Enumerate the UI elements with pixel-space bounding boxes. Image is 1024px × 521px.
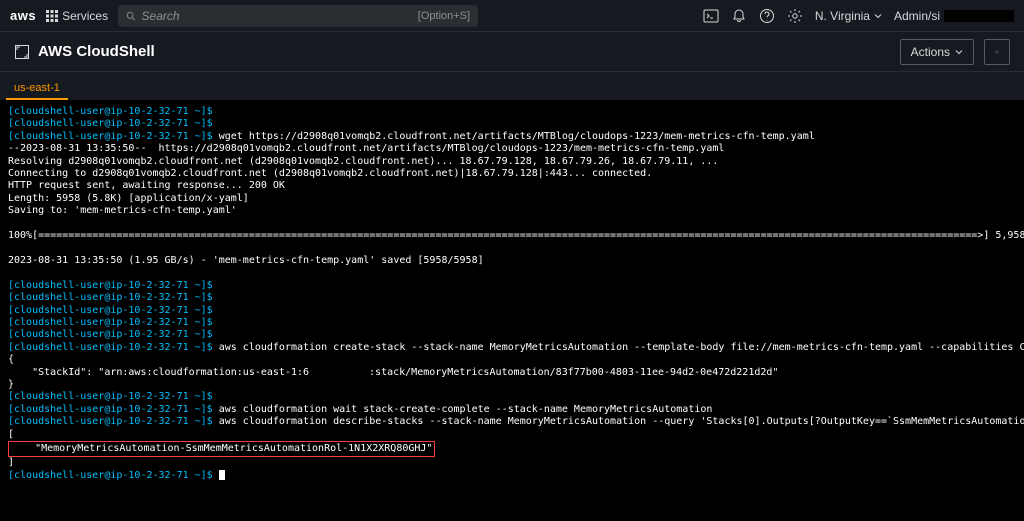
page-title-text: AWS CloudShell xyxy=(38,43,155,60)
out-line: Saving to: 'mem-metrics-cfn-temp.yaml' xyxy=(8,205,237,216)
account-redacted xyxy=(944,10,1014,22)
out-line: "StackId": "arn:aws:cloudformation:us-ea… xyxy=(8,367,309,378)
cmd-line xyxy=(213,329,219,340)
cmd-line xyxy=(213,292,219,303)
expand-icon[interactable] xyxy=(14,44,30,60)
env-tabs: us-east-1 xyxy=(0,72,1024,100)
out-line: HTTP request sent, awaiting response... … xyxy=(8,180,285,191)
out-line: Resolving d2908q01vomqb2.cloudfront.net … xyxy=(8,156,718,167)
topnav-right: N. Virginia Admin/si xyxy=(703,8,1014,24)
out-line: } xyxy=(8,379,14,390)
region-selector[interactable]: N. Virginia xyxy=(815,9,882,23)
out-line: { xyxy=(8,354,14,365)
prompt: [cloudshell-user@ip-10-2-32-71 ~]$ xyxy=(8,280,213,291)
chevron-down-icon xyxy=(955,48,963,56)
shortcut-hint: [Option+S] xyxy=(418,10,470,22)
account-menu[interactable]: Admin/si xyxy=(894,9,1014,23)
prompt: [cloudshell-user@ip-10-2-32-71 ~]$ xyxy=(8,131,213,142)
page-title: AWS CloudShell xyxy=(14,43,155,60)
prompt: [cloudshell-user@ip-10-2-32-71 ~]$ xyxy=(8,391,213,402)
global-nav: aws Services [Option+S] N. Virginia Admi… xyxy=(0,0,1024,32)
prompt: [cloudshell-user@ip-10-2-32-71 ~]$ xyxy=(8,118,213,129)
chevron-down-icon xyxy=(874,12,882,20)
search-input[interactable] xyxy=(142,9,412,23)
aws-logo[interactable]: aws xyxy=(10,8,36,23)
cmd-line: aws cloudformation create-stack --stack-… xyxy=(213,342,1024,353)
actions-button[interactable]: Actions xyxy=(900,39,974,65)
actions-label: Actions xyxy=(911,45,950,59)
prompt: [cloudshell-user@ip-10-2-32-71 ~]$ xyxy=(8,416,213,427)
services-label: Services xyxy=(62,9,108,23)
cmd-line xyxy=(213,106,219,117)
out-line: 2023-08-31 13:35:50 (1.95 GB/s) - 'mem-m… xyxy=(8,255,484,266)
cmd-line: wget https://d2908q01vomqb2.cloudfront.n… xyxy=(213,131,815,142)
cmd-line xyxy=(213,391,219,402)
prompt: [cloudshell-user@ip-10-2-32-71 ~]$ xyxy=(8,404,213,415)
out-line: Connecting to d2908q01vomqb2.cloudfront.… xyxy=(8,168,652,179)
out-line: 100%[===================================… xyxy=(8,230,1024,241)
prompt: [cloudshell-user@ip-10-2-32-71 ~]$ xyxy=(8,317,213,328)
gear-icon[interactable] xyxy=(787,8,803,24)
cmd-line xyxy=(213,305,219,316)
help-icon[interactable] xyxy=(759,8,775,24)
terminal-output[interactable]: [cloudshell-user@ip-10-2-32-71 ~]$ [clou… xyxy=(0,100,1024,521)
grid-icon xyxy=(46,10,58,22)
redacted-inline xyxy=(309,367,369,379)
highlighted-output: "MemoryMetricsAutomation-SsmMemMetricsAu… xyxy=(8,441,435,457)
out-line: ] xyxy=(8,457,14,468)
settings-button[interactable] xyxy=(984,39,1010,65)
out-line: Length: 5958 (5.8K) [application/x-yaml] xyxy=(8,193,249,204)
cmd-line xyxy=(213,280,219,291)
search-box[interactable]: [Option+S] xyxy=(118,5,478,27)
prompt: [cloudshell-user@ip-10-2-32-71 ~]$ xyxy=(8,305,213,316)
search-icon xyxy=(126,10,135,22)
cursor xyxy=(219,470,225,480)
prompt: [cloudshell-user@ip-10-2-32-71 ~]$ xyxy=(8,329,213,340)
gear-icon xyxy=(995,45,999,59)
header-actions: Actions xyxy=(900,39,1010,65)
prompt: [cloudshell-user@ip-10-2-32-71 ~]$ xyxy=(8,470,213,481)
services-menu[interactable]: Services xyxy=(46,9,108,23)
bell-icon[interactable] xyxy=(731,8,747,24)
prompt: [cloudshell-user@ip-10-2-32-71 ~]$ xyxy=(8,106,213,117)
cmd-line: aws cloudformation describe-stacks --sta… xyxy=(213,416,1024,427)
page-header: AWS CloudShell Actions xyxy=(0,32,1024,72)
prompt: [cloudshell-user@ip-10-2-32-71 ~]$ xyxy=(8,292,213,303)
region-label: N. Virginia xyxy=(815,9,870,23)
account-prefix: Admin/si xyxy=(894,9,940,23)
out-line: --2023-08-31 13:35:50-- https://d2908q01… xyxy=(8,143,724,154)
tab-us-east-1[interactable]: us-east-1 xyxy=(6,77,68,100)
cmd-line xyxy=(213,118,219,129)
out-line: [ xyxy=(8,429,14,440)
cmd-line: aws cloudformation wait stack-create-com… xyxy=(213,404,713,415)
prompt: [cloudshell-user@ip-10-2-32-71 ~]$ xyxy=(8,342,213,353)
cloudshell-icon[interactable] xyxy=(703,8,719,24)
cmd-line xyxy=(213,317,219,328)
out-line: :stack/MemoryMetricsAutomation/83f77b00-… xyxy=(369,367,778,378)
